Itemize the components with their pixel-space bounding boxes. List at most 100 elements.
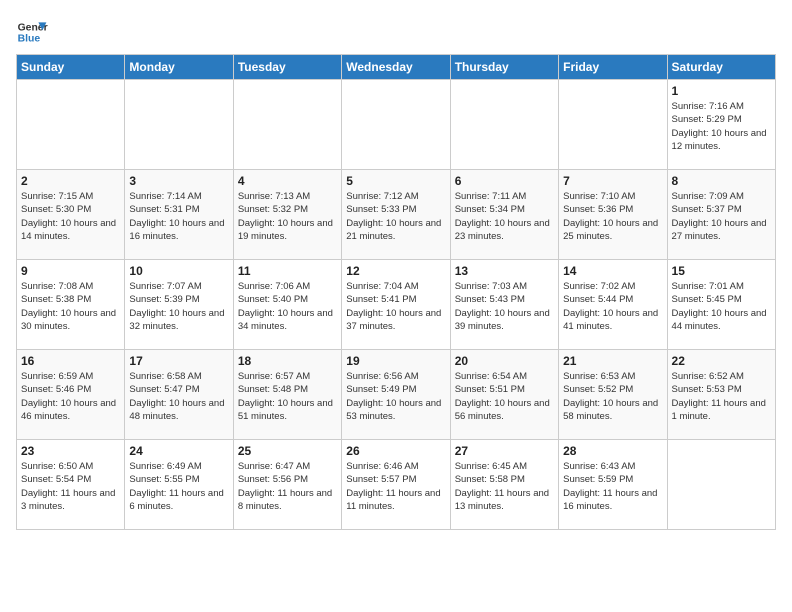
calendar-cell: 19 Sunrise: 6:56 AM Sunset: 5:49 PM Dayli…: [342, 350, 450, 440]
calendar-cell: 21 Sunrise: 6:53 AM Sunset: 5:52 PM Dayli…: [559, 350, 667, 440]
day-info: Sunrise: 7:07 AM Sunset: 5:39 PM Dayligh…: [129, 280, 228, 333]
calendar-cell: 16 Sunrise: 6:59 AM Sunset: 5:46 PM Dayli…: [17, 350, 125, 440]
svg-text:Blue: Blue: [18, 34, 41, 45]
calendar-cell: 28Sunrise: 6:43 AM Sunset: 5:59 PM Dayli…: [559, 440, 667, 530]
calendar-cell: 20 Sunrise: 6:54 AM Sunset: 5:51 PM Dayli…: [450, 350, 558, 440]
calendar-cell: [342, 80, 450, 170]
page: General Blue SundayMondayTuesdayWednesda…: [0, 0, 792, 540]
day-number: 4: [238, 174, 337, 188]
day-info: Sunrise: 7:03 AM Sunset: 5:43 PM Dayligh…: [455, 280, 554, 333]
calendar-cell: 1 Sunrise: 7:16 AM Sunset: 5:29 PM Daylig…: [667, 80, 775, 170]
calendar-cell: 24 Sunrise: 6:49 AM Sunset: 5:55 PM Dayli…: [125, 440, 233, 530]
weekday-header-wednesday: Wednesday: [342, 55, 450, 80]
day-number: 19: [346, 354, 445, 368]
day-number: 21: [563, 354, 662, 368]
weekday-header-friday: Friday: [559, 55, 667, 80]
day-number: 7: [563, 174, 662, 188]
day-number: 26: [346, 444, 445, 458]
day-info: Sunrise: 7:16 AM Sunset: 5:29 PM Dayligh…: [672, 100, 771, 153]
day-info: Sunrise: 7:12 AM Sunset: 5:33 PM Dayligh…: [346, 190, 445, 243]
day-number: 12: [346, 264, 445, 278]
day-info: Sunrise: 7:11 AM Sunset: 5:34 PM Dayligh…: [455, 190, 554, 243]
calendar-cell: [559, 80, 667, 170]
day-number: 5: [346, 174, 445, 188]
day-number: 6: [455, 174, 554, 188]
day-info: Sunrise: 7:08 AM Sunset: 5:38 PM Dayligh…: [21, 280, 120, 333]
day-number: 10: [129, 264, 228, 278]
calendar-cell: 14 Sunrise: 7:02 AM Sunset: 5:44 PM Dayli…: [559, 260, 667, 350]
calendar-cell: 6 Sunrise: 7:11 AM Sunset: 5:34 PM Daylig…: [450, 170, 558, 260]
day-info: Sunrise: 6:45 AM Sunset: 5:58 PM Dayligh…: [455, 460, 554, 513]
weekday-header-tuesday: Tuesday: [233, 55, 341, 80]
calendar-cell: 17 Sunrise: 6:58 AM Sunset: 5:47 PM Dayli…: [125, 350, 233, 440]
calendar-cell: 8 Sunrise: 7:09 AM Sunset: 5:37 PM Daylig…: [667, 170, 775, 260]
day-number: 28: [563, 444, 662, 458]
day-number: 1: [672, 84, 771, 98]
day-info: Sunrise: 7:02 AM Sunset: 5:44 PM Dayligh…: [563, 280, 662, 333]
day-info: Sunrise: 7:09 AM Sunset: 5:37 PM Dayligh…: [672, 190, 771, 243]
day-info: Sunrise: 7:15 AM Sunset: 5:30 PM Dayligh…: [21, 190, 120, 243]
day-info: Sunrise: 7:04 AM Sunset: 5:41 PM Dayligh…: [346, 280, 445, 333]
calendar-cell: 27 Sunrise: 6:45 AM Sunset: 5:58 PM Dayli…: [450, 440, 558, 530]
day-number: 25: [238, 444, 337, 458]
calendar-cell: 4Sunrise: 7:13 AM Sunset: 5:32 PM Daylig…: [233, 170, 341, 260]
calendar-week-5: 23 Sunrise: 6:50 AM Sunset: 5:54 PM Dayli…: [17, 440, 776, 530]
day-number: 23: [21, 444, 120, 458]
day-info: Sunrise: 6:50 AM Sunset: 5:54 PM Dayligh…: [21, 460, 120, 513]
calendar-cell: 10 Sunrise: 7:07 AM Sunset: 5:39 PM Dayli…: [125, 260, 233, 350]
calendar-week-1: 1 Sunrise: 7:16 AM Sunset: 5:29 PM Daylig…: [17, 80, 776, 170]
calendar-cell: 7 Sunrise: 7:10 AM Sunset: 5:36 PM Daylig…: [559, 170, 667, 260]
day-number: 24: [129, 444, 228, 458]
day-number: 16: [21, 354, 120, 368]
day-number: 9: [21, 264, 120, 278]
calendar-cell: [667, 440, 775, 530]
weekday-header-monday: Monday: [125, 55, 233, 80]
day-number: 3: [129, 174, 228, 188]
day-info: Sunrise: 6:56 AM Sunset: 5:49 PM Dayligh…: [346, 370, 445, 423]
weekday-header-row: SundayMondayTuesdayWednesdayThursdayFrid…: [17, 55, 776, 80]
day-number: 14: [563, 264, 662, 278]
calendar-cell: 11Sunrise: 7:06 AM Sunset: 5:40 PM Dayli…: [233, 260, 341, 350]
day-number: 15: [672, 264, 771, 278]
weekday-header-sunday: Sunday: [17, 55, 125, 80]
day-info: Sunrise: 6:47 AM Sunset: 5:56 PM Dayligh…: [238, 460, 337, 513]
day-info: Sunrise: 6:58 AM Sunset: 5:47 PM Dayligh…: [129, 370, 228, 423]
weekday-header-thursday: Thursday: [450, 55, 558, 80]
calendar-cell: 15 Sunrise: 7:01 AM Sunset: 5:45 PM Dayli…: [667, 260, 775, 350]
calendar-cell: 3 Sunrise: 7:14 AM Sunset: 5:31 PM Daylig…: [125, 170, 233, 260]
day-number: 20: [455, 354, 554, 368]
day-info: Sunrise: 6:59 AM Sunset: 5:46 PM Dayligh…: [21, 370, 120, 423]
day-number: 8: [672, 174, 771, 188]
calendar-cell: 18 Sunrise: 6:57 AM Sunset: 5:48 PM Dayli…: [233, 350, 341, 440]
day-info: Sunrise: 7:06 AM Sunset: 5:40 PM Dayligh…: [238, 280, 337, 333]
calendar-cell: [233, 80, 341, 170]
day-info: Sunrise: 6:54 AM Sunset: 5:51 PM Dayligh…: [455, 370, 554, 423]
calendar-cell: 5 Sunrise: 7:12 AM Sunset: 5:33 PM Daylig…: [342, 170, 450, 260]
header: General Blue: [16, 16, 776, 48]
weekday-header-saturday: Saturday: [667, 55, 775, 80]
calendar-cell: 12 Sunrise: 7:04 AM Sunset: 5:41 PM Dayli…: [342, 260, 450, 350]
day-info: Sunrise: 7:10 AM Sunset: 5:36 PM Dayligh…: [563, 190, 662, 243]
logo-icon: General Blue: [16, 16, 48, 48]
day-number: 22: [672, 354, 771, 368]
calendar-cell: 9 Sunrise: 7:08 AM Sunset: 5:38 PM Daylig…: [17, 260, 125, 350]
calendar-cell: [17, 80, 125, 170]
day-info: Sunrise: 6:46 AM Sunset: 5:57 PM Dayligh…: [346, 460, 445, 513]
calendar-cell: [125, 80, 233, 170]
day-info: Sunrise: 6:52 AM Sunset: 5:53 PM Dayligh…: [672, 370, 771, 423]
calendar-cell: [450, 80, 558, 170]
day-info: Sunrise: 7:01 AM Sunset: 5:45 PM Dayligh…: [672, 280, 771, 333]
calendar-week-4: 16 Sunrise: 6:59 AM Sunset: 5:46 PM Dayli…: [17, 350, 776, 440]
day-number: 2: [21, 174, 120, 188]
day-info: Sunrise: 7:14 AM Sunset: 5:31 PM Dayligh…: [129, 190, 228, 243]
day-info: Sunrise: 6:57 AM Sunset: 5:48 PM Dayligh…: [238, 370, 337, 423]
calendar-table: SundayMondayTuesdayWednesdayThursdayFrid…: [16, 54, 776, 530]
calendar-cell: 22 Sunrise: 6:52 AM Sunset: 5:53 PM Dayli…: [667, 350, 775, 440]
calendar-cell: 23 Sunrise: 6:50 AM Sunset: 5:54 PM Dayli…: [17, 440, 125, 530]
day-info: Sunrise: 6:53 AM Sunset: 5:52 PM Dayligh…: [563, 370, 662, 423]
day-number: 17: [129, 354, 228, 368]
calendar-cell: 13Sunrise: 7:03 AM Sunset: 5:43 PM Dayli…: [450, 260, 558, 350]
day-number: 18: [238, 354, 337, 368]
day-info: Sunrise: 6:49 AM Sunset: 5:55 PM Dayligh…: [129, 460, 228, 513]
day-number: 27: [455, 444, 554, 458]
